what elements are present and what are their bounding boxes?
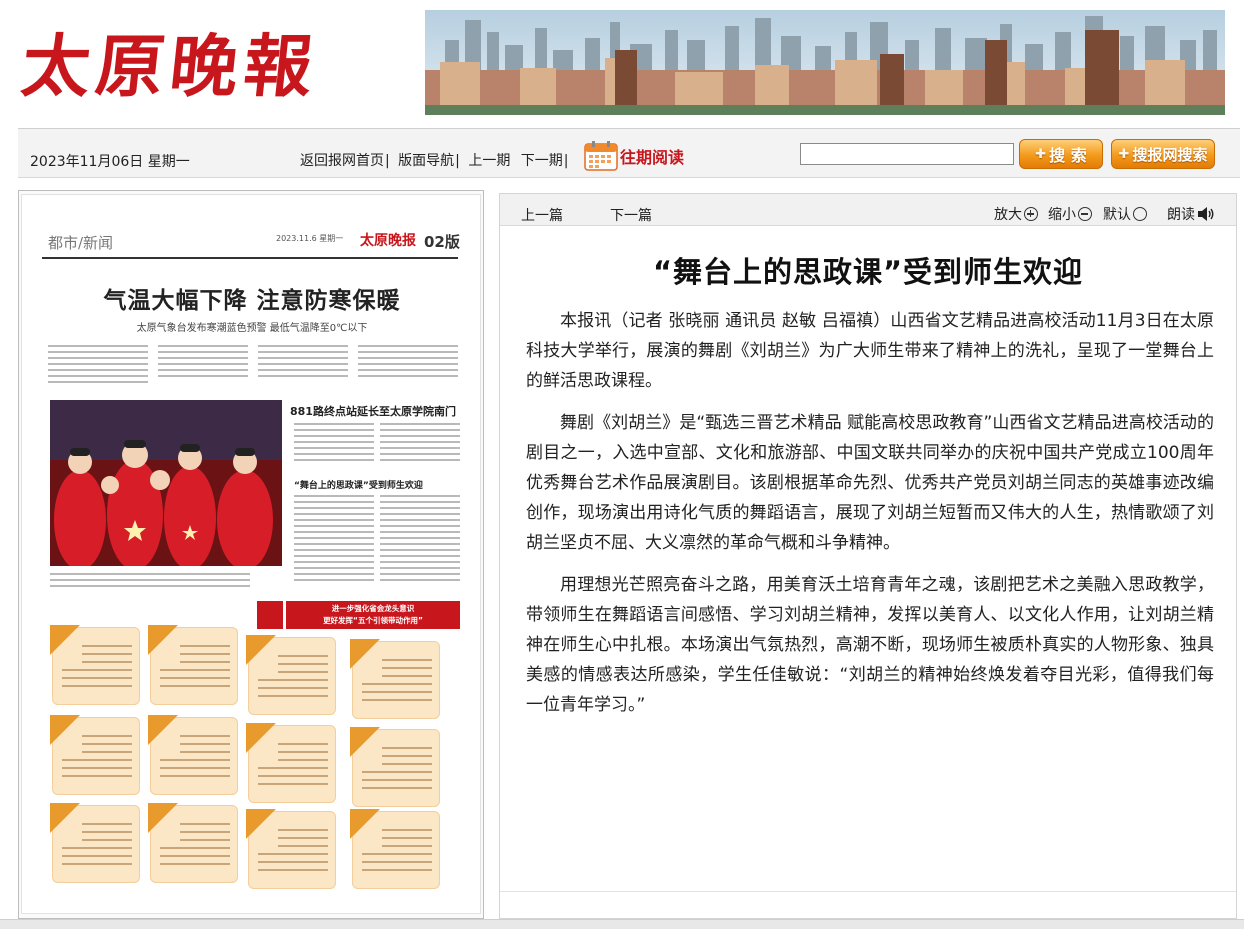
article-paragraph: 本报讯（记者 张晓丽 通讯员 赵敏 吕福禛）山西省文艺精品进高校活动11月3日在… bbox=[526, 311, 1214, 391]
search-button[interactable]: ✚ 搜 索 bbox=[1019, 139, 1103, 169]
next-article-link[interactable]: 下一篇 bbox=[610, 205, 652, 225]
article-toolbar: 上一篇 下一篇 放大 缩小 默认 朗读 bbox=[500, 194, 1236, 226]
text-block[interactable] bbox=[294, 495, 374, 585]
search-glyph-icon: ✚ bbox=[1118, 146, 1130, 162]
zoom-in-icon bbox=[1024, 207, 1038, 221]
text-block[interactable] bbox=[294, 423, 374, 465]
district-card[interactable] bbox=[148, 715, 238, 795]
dance-performance-photo[interactable] bbox=[50, 400, 282, 566]
page-rule bbox=[42, 257, 458, 259]
article-divider bbox=[500, 891, 1236, 892]
zoom-out-label: 缩小 bbox=[1048, 207, 1076, 223]
next-issue-link[interactable]: 下一期 bbox=[521, 153, 563, 169]
text-block[interactable] bbox=[48, 345, 148, 387]
newspaper-page-image[interactable]: 都市/新闻 2023.11.6 星期一 太原晚报 02版 气温大幅下降 注意防寒… bbox=[21, 194, 481, 914]
page-nav-link[interactable]: 版面导航 bbox=[398, 153, 454, 169]
reset-zoom-button[interactable]: 默认 bbox=[1103, 204, 1147, 224]
article-paragraph: 用理想光芒照亮奋斗之路，用美育沃土培育青年之魂，该剧把艺术之美融入思政教学，带领… bbox=[526, 575, 1214, 715]
text-block[interactable] bbox=[358, 345, 458, 381]
article-panel: 上一篇 下一篇 放大 缩小 默认 朗读 “舞台上的思政课”受到师生欢迎 本报讯（… bbox=[499, 193, 1237, 919]
site-search-button-label: 搜报网搜索 bbox=[1132, 145, 1208, 164]
reset-icon bbox=[1133, 207, 1147, 221]
page-headline[interactable]: 气温大幅下降 注意防寒保暖 bbox=[22, 281, 480, 315]
read-aloud-button[interactable]: 朗读 bbox=[1167, 204, 1215, 224]
issue-navigation: 返回报网首页| 版面导航| 上一期 下一期| bbox=[300, 150, 573, 170]
site-search-button[interactable]: ✚ 搜报网搜索 bbox=[1111, 139, 1215, 169]
article-paragraph: 舞剧《刘胡兰》是“甄选三晋艺术精品 赋能高校思政教育”山西省文艺精品进高校活动的… bbox=[526, 413, 1214, 553]
feature-ribbon[interactable]: 进一步强化省会龙头意识 更好发挥“五个引领带动作用” bbox=[286, 601, 460, 629]
issue-date: 2023年11月06日 星期一 bbox=[30, 154, 190, 170]
page-date: 2023.11.6 星期一 bbox=[276, 234, 344, 243]
ribbon-line2: 更好发挥“五个引领带动作用” bbox=[323, 616, 423, 625]
text-block[interactable] bbox=[380, 423, 460, 465]
district-card[interactable] bbox=[50, 715, 140, 795]
search-button-label: 搜 索 bbox=[1049, 146, 1087, 165]
zoom-out-button[interactable]: 缩小 bbox=[1048, 204, 1092, 224]
page-mini-logo: 太原晚报 bbox=[360, 233, 416, 249]
search-input[interactable] bbox=[800, 143, 1014, 165]
district-card[interactable] bbox=[246, 809, 336, 889]
city-skyline-banner bbox=[425, 10, 1225, 115]
district-card[interactable] bbox=[148, 625, 238, 705]
separator: | bbox=[385, 153, 390, 169]
text-block[interactable] bbox=[158, 345, 248, 381]
district-card[interactable] bbox=[350, 727, 440, 807]
home-link[interactable]: 返回报网首页 bbox=[300, 153, 384, 169]
reset-label: 默认 bbox=[1103, 207, 1131, 223]
separator: | bbox=[455, 153, 460, 169]
ribbon-accent bbox=[257, 601, 283, 629]
zoom-in-button[interactable]: 放大 bbox=[994, 204, 1038, 224]
page-story2-headline[interactable]: 881路终点站延长至太原学院南门 bbox=[290, 403, 456, 419]
top-toolbar: 2023年11月06日 星期一 返回报网首页| 版面导航| 上一期 下一期| 往… bbox=[18, 128, 1240, 178]
district-card[interactable] bbox=[50, 625, 140, 705]
logo-text: 太原晚報 bbox=[17, 27, 323, 107]
separator: | bbox=[563, 153, 569, 169]
page-section-label: 都市/新闻 bbox=[48, 234, 114, 252]
ribbon-line1: 进一步强化省会龙头意识 bbox=[331, 604, 415, 613]
district-card[interactable] bbox=[350, 639, 440, 719]
text-block[interactable] bbox=[380, 495, 460, 585]
archive-label: 往期阅读 bbox=[620, 148, 685, 167]
district-card[interactable] bbox=[350, 809, 440, 889]
archive-link[interactable]: 往期阅读 bbox=[584, 141, 684, 171]
site-header: 太原晚報 bbox=[0, 0, 1244, 128]
district-card[interactable] bbox=[50, 803, 140, 883]
page-number: 02版 bbox=[424, 233, 460, 251]
page-story3-headline[interactable]: “舞台上的思政课”受到师生欢迎 bbox=[294, 478, 423, 491]
window-bottom-edge bbox=[0, 919, 1244, 929]
prev-article-link[interactable]: 上一篇 bbox=[521, 205, 563, 225]
district-card[interactable] bbox=[246, 723, 336, 803]
prev-issue-link[interactable]: 上一期 bbox=[468, 153, 510, 169]
article-title: “舞台上的思政课”受到师生欢迎 bbox=[652, 255, 1084, 289]
zoom-out-icon bbox=[1078, 207, 1092, 221]
skyline-image bbox=[425, 10, 1225, 115]
calendar-icon bbox=[584, 141, 618, 171]
district-card[interactable] bbox=[148, 803, 238, 883]
district-card[interactable] bbox=[246, 635, 336, 715]
page-subheadline: 太原气象台发布寒潮蓝色预警 最低气温降至0℃以下 bbox=[136, 323, 368, 334]
article-body: 本报讯（记者 张晓丽 通讯员 赵敏 吕福禛）山西省文艺精品进高校活动11月3日在… bbox=[526, 306, 1214, 732]
speaker-icon bbox=[1197, 206, 1215, 222]
text-block[interactable] bbox=[258, 345, 348, 381]
search-glyph-icon: ✚ bbox=[1035, 146, 1047, 162]
read-aloud-label: 朗读 bbox=[1167, 207, 1195, 223]
site-logo[interactable]: 太原晚報 bbox=[18, 22, 392, 112]
photo-caption bbox=[50, 573, 250, 591]
zoom-in-label: 放大 bbox=[994, 207, 1022, 223]
